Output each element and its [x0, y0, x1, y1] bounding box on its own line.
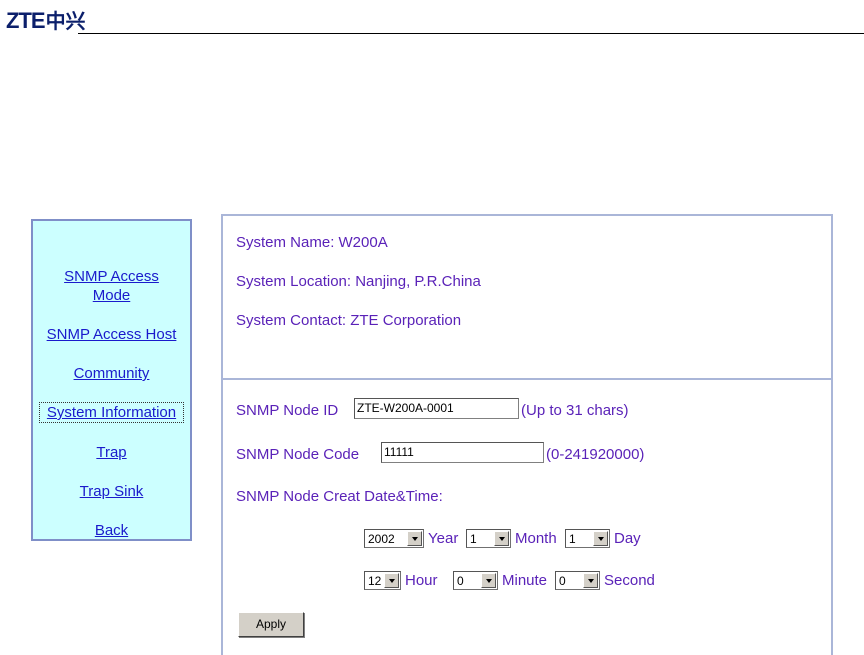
year-select[interactable]: 2002 — [364, 529, 424, 548]
system-location-text: System Location: Nanjing, P.R.China — [236, 273, 481, 290]
second-select[interactable]: 0 — [555, 571, 600, 590]
day-select-value: 1 — [569, 532, 576, 546]
minute-select-value: 0 — [457, 574, 464, 588]
day-label: Day — [614, 530, 641, 547]
sidebar-item-snmp-access-mode[interactable]: SNMP Access Mode — [33, 267, 190, 305]
date-time-label: SNMP Node Creat Date&Time: — [236, 488, 443, 505]
chevron-down-icon — [593, 531, 608, 546]
sidebar-item-trap[interactable]: Trap — [33, 443, 190, 462]
logo-latin-text: ZTE — [6, 8, 46, 33]
snmp-node-form: SNMP Node ID ZTE-W200A-0001 (Up to 31 ch… — [221, 378, 833, 655]
month-select[interactable]: 1 — [466, 529, 511, 548]
year-label: Year — [428, 530, 459, 547]
hour-select-value: 12 — [368, 574, 382, 588]
sidebar-item-community[interactable]: Community — [33, 364, 190, 383]
sidebar-nav: SNMP Access Mode SNMP Access Host Commun… — [31, 219, 192, 541]
chevron-down-icon — [583, 573, 598, 588]
year-select-value: 2002 — [368, 532, 395, 546]
system-contact-text: System Contact: ZTE Corporation — [236, 312, 462, 329]
node-code-hint: (0-241920000) — [546, 446, 645, 463]
second-label: Second — [604, 572, 655, 589]
system-info-panel: System Name: W200A System Location: Nanj… — [221, 214, 833, 381]
month-select-value: 1 — [470, 532, 477, 546]
node-id-label: SNMP Node ID — [236, 402, 339, 419]
sidebar-item-trap-sink[interactable]: Trap Sink — [33, 482, 190, 501]
day-select[interactable]: 1 — [565, 529, 610, 548]
header-divider — [78, 33, 864, 34]
sidebar-item-back[interactable]: Back — [33, 521, 190, 540]
chevron-down-icon — [384, 573, 399, 588]
sidebar-item-label-line1: SNMP Access — [64, 268, 159, 285]
apply-button[interactable]: Apply — [238, 612, 304, 637]
minute-label: Minute — [502, 572, 548, 589]
node-code-input[interactable]: 11111 — [381, 442, 544, 463]
chevron-down-icon — [481, 573, 496, 588]
sidebar-item-snmp-access-host[interactable]: SNMP Access Host — [33, 325, 190, 344]
node-id-hint: (Up to 31 chars) — [521, 402, 629, 419]
system-name-text: System Name: W200A — [236, 234, 388, 251]
chevron-down-icon — [407, 531, 422, 546]
logo-chinese-text: 中兴 — [45, 9, 86, 33]
chevron-down-icon — [494, 531, 509, 546]
node-code-label: SNMP Node Code — [236, 446, 360, 463]
sidebar-item-label-line2: Mode — [92, 287, 131, 304]
month-label: Month — [515, 530, 557, 547]
node-id-input[interactable]: ZTE-W200A-0001 — [354, 398, 519, 419]
second-select-value: 0 — [559, 574, 566, 588]
sidebar-item-system-information[interactable]: System Information — [39, 402, 184, 423]
minute-select[interactable]: 0 — [453, 571, 498, 590]
page-header: ZTE中兴 — [0, 0, 864, 40]
hour-select[interactable]: 12 — [364, 571, 401, 590]
hour-label: Hour — [405, 572, 438, 589]
zte-logo: ZTE中兴 — [6, 8, 86, 34]
